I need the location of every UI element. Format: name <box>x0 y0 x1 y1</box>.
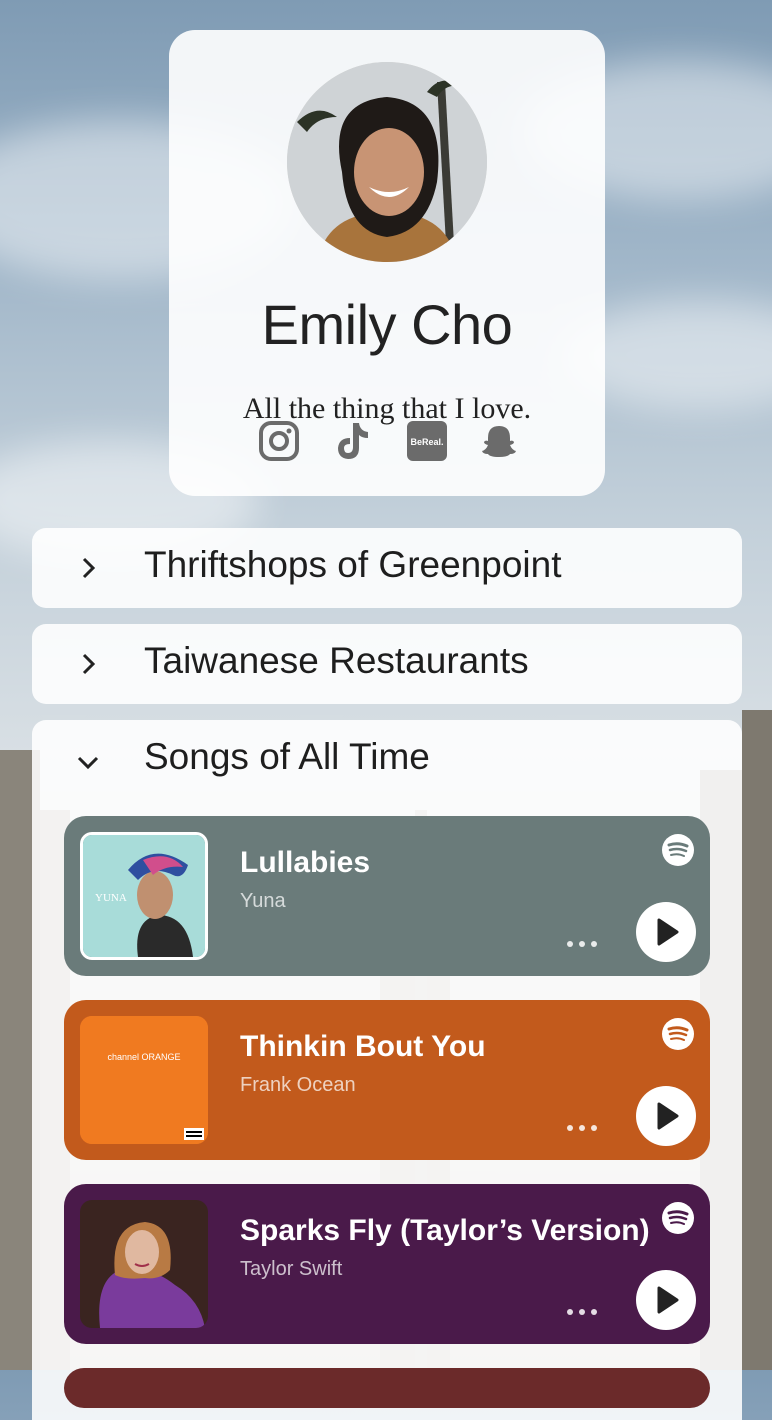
more-options-icon[interactable] <box>564 936 604 952</box>
album-art <box>80 1200 208 1328</box>
svg-text:BeReal.: BeReal. <box>410 437 443 447</box>
tiktok-icon[interactable] <box>331 419 375 463</box>
section-title: Songs of All Time <box>144 736 430 777</box>
profile-name: Emily Cho <box>261 293 513 356</box>
song-card[interactable]: YUNA Lullabies Yuna <box>64 816 710 976</box>
song-card[interactable] <box>64 1368 710 1408</box>
section-thriftshops[interactable]: Thriftshops of Greenpoint <box>32 528 742 608</box>
album-art-text: channel ORANGE <box>107 1052 180 1062</box>
song-title: Lullabies <box>240 846 371 879</box>
song-artist: Taylor Swift <box>240 1258 343 1280</box>
play-icon <box>657 1102 679 1130</box>
chevron-right-icon <box>76 556 100 580</box>
bereal-icon[interactable]: BeReal. <box>405 419 449 463</box>
chevron-right-icon <box>76 652 100 676</box>
section-title: Thriftshops of Greenpoint <box>144 544 562 585</box>
play-button[interactable] <box>636 902 696 962</box>
play-icon <box>657 1286 679 1314</box>
avatar <box>287 62 487 262</box>
song-card[interactable]: Sparks Fly (Taylor’s Version) Taylor Swi… <box>64 1184 710 1344</box>
instagram-icon[interactable] <box>257 419 301 463</box>
chevron-down-icon <box>76 750 100 774</box>
song-card[interactable]: channel ORANGE Thinkin Bout You Frank Oc… <box>64 1000 710 1160</box>
play-icon <box>657 918 679 946</box>
snapchat-icon[interactable] <box>477 419 521 463</box>
more-options-icon[interactable] <box>564 1120 604 1136</box>
section-header[interactable]: Songs of All Time <box>32 720 742 800</box>
spotify-icon <box>662 1018 694 1050</box>
song-title: Sparks Fly (Taylor’s Version) <box>240 1214 650 1247</box>
spotify-icon <box>662 834 694 866</box>
section-taiwanese-restaurants[interactable]: Taiwanese Restaurants <box>32 624 742 704</box>
play-button[interactable] <box>636 1270 696 1330</box>
more-options-icon[interactable] <box>564 1304 604 1320</box>
album-art: channel ORANGE <box>80 1016 208 1144</box>
spotify-icon <box>662 1202 694 1234</box>
play-button[interactable] <box>636 1086 696 1146</box>
album-art-text: YUNA <box>95 892 127 904</box>
section-title: Taiwanese Restaurants <box>144 640 529 681</box>
profile-card: Emily Cho All the thing that I love. BeR… <box>169 30 605 496</box>
social-links: BeReal. <box>257 419 519 463</box>
album-art: YUNA <box>80 832 208 960</box>
song-artist: Yuna <box>240 890 286 912</box>
song-artist: Frank Ocean <box>240 1074 356 1096</box>
song-title: Thinkin Bout You <box>240 1030 486 1063</box>
